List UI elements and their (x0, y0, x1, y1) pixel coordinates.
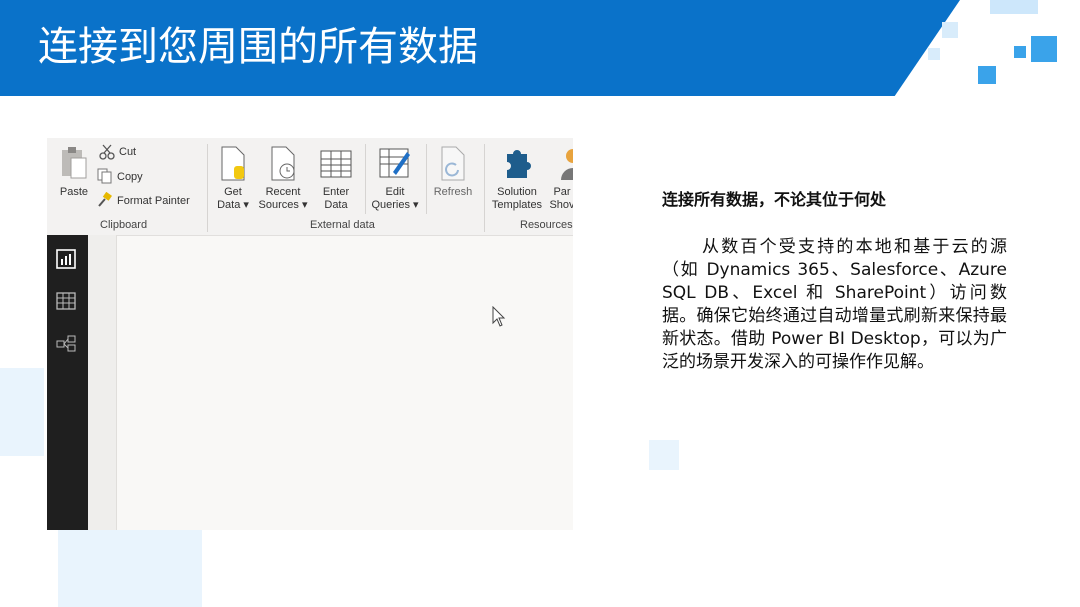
relationships-icon (56, 335, 76, 352)
copy-button[interactable]: Copy (97, 168, 167, 186)
group-separator (207, 144, 208, 232)
canvas-edge (88, 235, 117, 530)
edit-queries-label-2: Queries ▾ (371, 199, 419, 211)
deco-square (1031, 36, 1057, 62)
powerbi-screenshot: Paste Cut Copy Format Painter Clipboard … (47, 138, 573, 530)
partner-showcase-label-1: Par (553, 186, 571, 198)
deco-square (964, 34, 976, 46)
resources-group-label: Resources (520, 219, 573, 231)
enter-data-button[interactable]: Enter Data (315, 146, 357, 216)
get-data-label-2: Data ▾ (217, 199, 249, 211)
solution-templates-label-1: Solution (497, 186, 537, 198)
refresh-label: Refresh (433, 186, 473, 198)
group-separator (426, 144, 427, 214)
format-painter-button[interactable]: Format Painter (97, 192, 201, 210)
edit-queries-button[interactable]: Edit Queries ▾ (369, 146, 421, 216)
section-heading: 连接所有数据，不论其位于何处 (662, 190, 887, 209)
view-nav (47, 235, 88, 530)
edit-queries-label-1: Edit (385, 186, 405, 198)
external-data-group-label: External data (310, 219, 375, 231)
refresh-icon (441, 146, 465, 181)
paste-label: Paste (59, 186, 89, 198)
copy-label: Copy (117, 171, 143, 183)
model-view-button[interactable] (56, 333, 78, 355)
person-icon (561, 149, 573, 180)
slide-title: 连接到您周围的所有数据 (38, 24, 478, 70)
paste-button[interactable]: Paste (55, 146, 93, 206)
deco-square (1014, 46, 1026, 58)
recent-sources-icon (271, 146, 295, 181)
enter-data-label-2: Data (324, 199, 348, 211)
solution-templates-label-2: Templates (491, 199, 543, 211)
deco-square (942, 22, 958, 38)
grid-icon (56, 292, 76, 310)
deco-square (990, 0, 1038, 14)
copy-icon (97, 168, 112, 184)
report-icon (56, 249, 76, 269)
refresh-button[interactable]: Refresh (429, 146, 477, 216)
get-data-label-1: Get (224, 186, 242, 198)
get-data-button[interactable]: Get Data ▾ (213, 146, 253, 216)
cut-button[interactable]: Cut (99, 144, 169, 162)
solution-templates-button[interactable]: Solution Templates (489, 146, 545, 216)
ribbon: Paste Cut Copy Format Painter Clipboard … (47, 138, 573, 236)
enter-data-label-1: Enter (322, 186, 350, 198)
paste-icon (62, 147, 87, 179)
puzzle-icon (507, 150, 531, 178)
deco-block (649, 440, 679, 470)
cut-label: Cut (119, 146, 137, 158)
deco-square (928, 48, 940, 60)
group-separator (484, 144, 485, 232)
scissors-icon (99, 144, 115, 160)
partner-showcase-label-2: Shov (549, 199, 573, 211)
format-painter-label: Format Painter (117, 195, 190, 207)
deco-block (58, 530, 202, 607)
group-separator (365, 144, 366, 214)
clipboard-group-label: Clipboard (100, 219, 148, 231)
deco-block (0, 368, 44, 456)
section-body: 从数百个受支持的本地和基于云的源（如 Dynamics 365、Salesfor… (662, 237, 1007, 372)
mouse-cursor-icon (492, 306, 506, 327)
report-canvas[interactable] (117, 235, 573, 530)
paintbrush-icon (98, 192, 112, 207)
get-data-icon (221, 146, 245, 181)
table-icon (320, 150, 352, 178)
recent-sources-button[interactable]: Recent Sources ▾ (257, 146, 309, 216)
recent-sources-label-2: Sources ▾ (258, 199, 308, 211)
report-view-button[interactable] (56, 249, 78, 271)
recent-sources-label-1: Recent (265, 186, 301, 198)
partner-showcase-button[interactable]: Par Shov (547, 146, 573, 216)
data-view-button[interactable] (56, 291, 78, 313)
deco-square (978, 66, 996, 84)
edit-queries-icon (379, 148, 410, 178)
